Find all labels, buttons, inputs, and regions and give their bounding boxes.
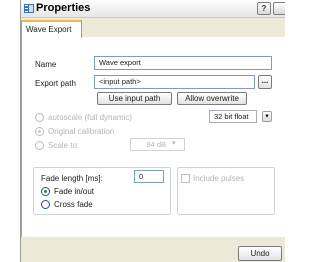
- autoscale-label: autoscale (full dynamic): [48, 113, 133, 122]
- include-pulses-checkbox[interactable]: [181, 174, 190, 183]
- tab-wave-export[interactable]: Wave Export: [21, 20, 82, 38]
- name-input[interactable]: Wave export: [94, 56, 272, 70]
- original-calibration-label: Original calibration: [48, 127, 115, 136]
- properties-icon: [24, 4, 34, 13]
- radio-cross-fade[interactable]: [41, 200, 50, 209]
- scale-to-label: Scale to:: [48, 141, 80, 150]
- close-button[interactable]: [273, 2, 285, 15]
- include-pulses-label: Include pulses: [193, 174, 245, 183]
- browse-button[interactable]: ...: [258, 75, 272, 89]
- export-path-input[interactable]: <input path>: [94, 75, 255, 89]
- use-input-path-button[interactable]: Use input path: [97, 92, 172, 105]
- radio-scale-to[interactable]: [35, 141, 44, 150]
- dialog-title: Properties: [36, 2, 91, 14]
- format-dropdown-arrow-icon[interactable]: ▾: [262, 111, 272, 122]
- allow-overwrite-button[interactable]: Allow overwrite: [177, 92, 247, 105]
- help-button[interactable]: ?: [257, 2, 271, 15]
- undo-button[interactable]: Undo: [238, 246, 282, 261]
- radio-original-calibration[interactable]: [35, 127, 44, 136]
- export-path-label: Export path: [35, 79, 76, 88]
- format-select[interactable]: 32 bit float: [209, 110, 257, 123]
- cross-fade-label: Cross fade: [54, 200, 93, 209]
- fade-length-input[interactable]: 0: [134, 170, 164, 183]
- radio-fade-in-out[interactable]: [41, 187, 50, 196]
- name-label: Name: [35, 60, 57, 69]
- fade-in-out-label: Fade in/out: [54, 187, 95, 196]
- scale-to-dropdown-arrow-icon[interactable]: ▾: [172, 139, 182, 147]
- radio-autoscale[interactable]: [35, 113, 44, 122]
- fade-length-label: Fade length [ms]:: [41, 174, 103, 183]
